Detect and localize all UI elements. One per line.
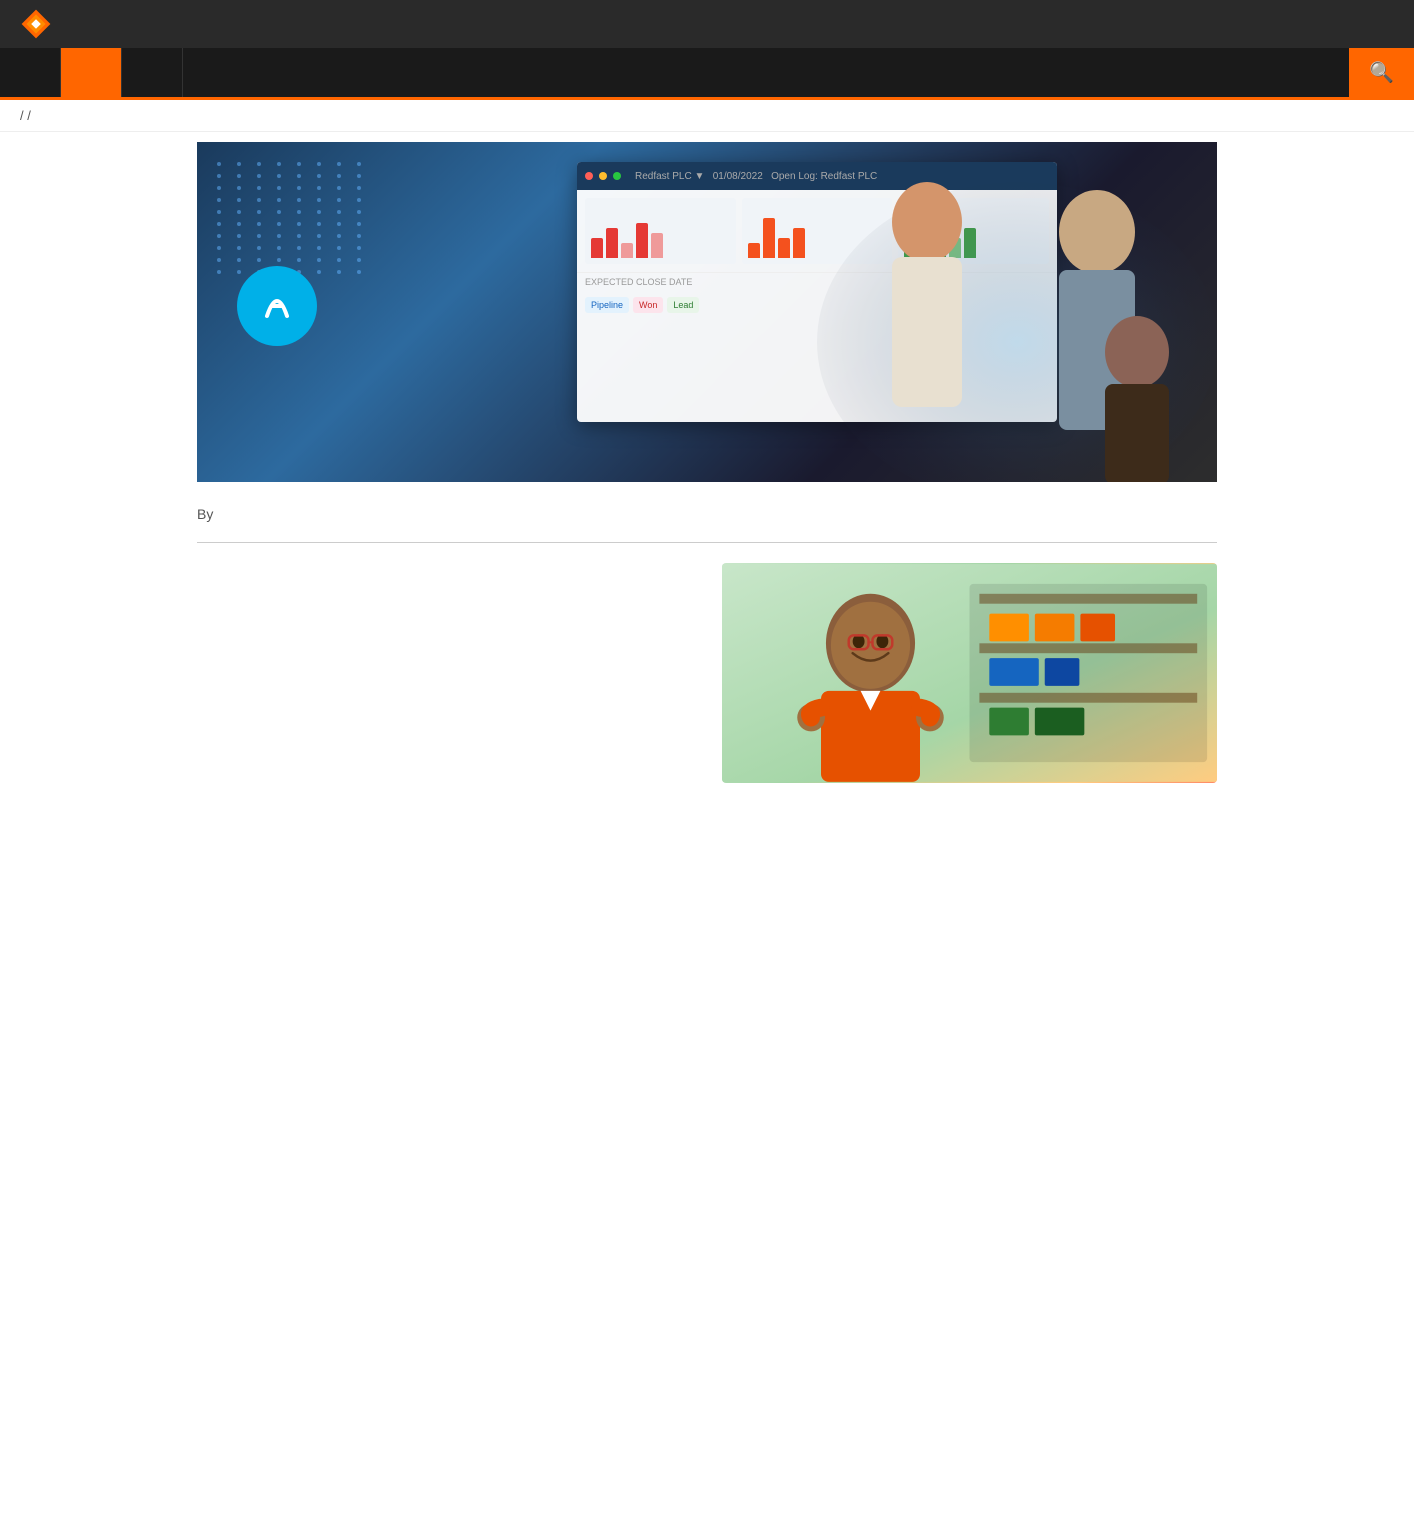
dash-dot-yellow bbox=[599, 172, 607, 180]
sourceforge-logo-icon bbox=[20, 8, 52, 40]
two-col-section bbox=[197, 563, 1217, 783]
dashboard-card-revenue bbox=[585, 198, 736, 264]
warehouse-illustration bbox=[722, 563, 1217, 783]
hero-image: // Generate dots via JS const dotContain… bbox=[197, 142, 1217, 482]
acumatica-logo-icon bbox=[237, 266, 317, 346]
dash-tag-2: Won bbox=[633, 297, 663, 313]
search-icon: 🔍 bbox=[1369, 60, 1394, 85]
article-meta: By bbox=[197, 506, 1217, 522]
hero-right-section: Redfast PLC ▼ 01/08/2022 Open Log: Redfa… bbox=[577, 142, 1217, 482]
hero-brand-section bbox=[197, 226, 577, 398]
nav-search[interactable]: 🔍 bbox=[1349, 48, 1414, 97]
article-divider bbox=[197, 542, 1217, 543]
dash-tag-1: Pipeline bbox=[585, 297, 629, 313]
dash-dot-green bbox=[613, 172, 621, 180]
nav-resources[interactable] bbox=[122, 48, 183, 97]
dash-dot-red bbox=[585, 172, 593, 180]
nav-open-source[interactable] bbox=[0, 48, 61, 97]
col-image bbox=[722, 563, 1217, 783]
breadcrumb: / / bbox=[0, 100, 1414, 132]
col-text bbox=[197, 563, 692, 783]
revenue-bars bbox=[591, 208, 730, 258]
dash-tag-3: Lead bbox=[667, 297, 699, 313]
nav-business-software[interactable] bbox=[61, 48, 122, 97]
article-container: // Generate dots via JS const dotContain… bbox=[177, 142, 1237, 783]
article-author-prefix: By bbox=[197, 506, 213, 522]
article-body bbox=[197, 563, 1217, 783]
people-illustration bbox=[717, 142, 1217, 482]
logo-area[interactable] bbox=[20, 8, 60, 40]
main-navigation: 🔍 bbox=[0, 48, 1414, 100]
top-nav-bar bbox=[0, 0, 1414, 48]
